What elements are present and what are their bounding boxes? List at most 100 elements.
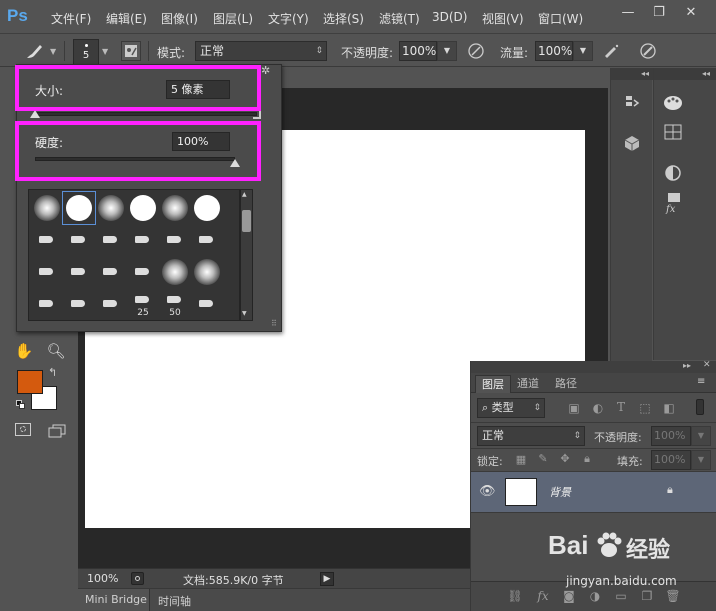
layer-opacity-field[interactable]: 100% <box>651 426 691 446</box>
foreground-color-swatch[interactable] <box>17 370 43 394</box>
brush-preset-picker[interactable]: 5 <box>73 39 99 65</box>
filter-shape-icon[interactable]: ⬚ <box>637 401 653 415</box>
adjustments-icon[interactable] <box>662 164 684 186</box>
menu-view[interactable]: 视图(V) <box>482 10 524 27</box>
close-panel-icon[interactable]: ✕ <box>703 360 711 370</box>
color-palette-icon[interactable] <box>662 94 684 116</box>
brush-preset-tip[interactable] <box>31 256 63 288</box>
visibility-eye-icon[interactable]: 👁︎ <box>479 484 496 499</box>
layer-opacity-dropdown-icon[interactable]: ▼ <box>691 426 711 446</box>
status-menu-icon[interactable] <box>131 572 144 585</box>
lock-position-icon[interactable]: ✥ <box>557 452 573 465</box>
brush-preset-hard[interactable] <box>191 192 223 224</box>
filter-type-icon[interactable]: T <box>613 400 629 414</box>
opacity-field[interactable]: 100% <box>399 41 437 61</box>
brush-preset-hard[interactable] <box>127 192 159 224</box>
size-slider-thumb[interactable] <box>30 110 40 118</box>
flow-field[interactable]: 100% <box>535 41 573 61</box>
opacity-dropdown-icon[interactable]: ▼ <box>437 41 457 61</box>
status-arrow-icon[interactable]: ▶ <box>320 572 334 586</box>
quick-mask-icon[interactable] <box>15 423 31 436</box>
brush-preset-tip[interactable] <box>95 256 127 288</box>
brush-preset-soft[interactable] <box>191 256 223 288</box>
swatches-grid-icon[interactable] <box>662 124 684 144</box>
collapse-arrows-icon[interactable]: ◂◂ <box>702 69 710 78</box>
panel-menu-icon[interactable]: ≡ <box>697 376 705 387</box>
brush-preset-tip[interactable] <box>63 256 95 288</box>
flow-dropdown-icon[interactable]: ▼ <box>573 41 593 61</box>
filter-smart-object-icon[interactable]: ◧ <box>661 401 677 415</box>
brush-preset-tip[interactable] <box>63 288 95 320</box>
minimize-button[interactable]: — <box>614 3 642 23</box>
resize-grip-icon[interactable]: ⠿ <box>271 319 277 328</box>
brush-preset-soft[interactable] <box>159 256 191 288</box>
layer-name[interactable]: 背景 <box>549 484 571 500</box>
brush-preset-soft[interactable] <box>31 192 63 224</box>
styles-fx-icon[interactable]: fx <box>662 192 684 218</box>
brush-preset-soft[interactable] <box>159 192 191 224</box>
collapse-arrows-icon[interactable]: ▸▸ <box>683 361 691 370</box>
brush-preset-tip[interactable] <box>95 288 127 320</box>
menu-edit[interactable]: 编辑(E) <box>106 10 147 27</box>
size-slider-track[interactable] <box>35 112 257 116</box>
lock-all-icon[interactable]: 🔒︎ <box>579 452 595 466</box>
brush-preset-tip[interactable] <box>31 288 63 320</box>
brush-preset-tip[interactable] <box>159 224 191 256</box>
mode-select[interactable]: 正常 ⇕ <box>195 41 327 61</box>
3d-cube-icon[interactable] <box>621 134 643 156</box>
brush-preset-tip[interactable] <box>191 288 223 320</box>
scroll-thumb[interactable] <box>242 210 251 232</box>
zoom-tool-icon[interactable]: 🔍︎ <box>44 340 68 362</box>
brush-preset-tip[interactable] <box>127 256 159 288</box>
brush-picker-arrow-icon[interactable]: ▼ <box>102 47 108 56</box>
menu-layer[interactable]: 图层(L) <box>213 10 253 27</box>
default-colors-icon[interactable] <box>16 400 26 410</box>
brush-preset-hard-selected[interactable] <box>62 191 96 225</box>
filter-toggle-switch[interactable] <box>696 399 704 415</box>
collapse-arrows-icon[interactable]: ◂◂ <box>641 69 649 78</box>
brush-panel-toggle-icon[interactable] <box>121 41 141 61</box>
menu-file[interactable]: 文件(F) <box>51 10 91 27</box>
tab-layers[interactable]: 图层 <box>475 375 511 393</box>
tool-preset-arrow-icon[interactable]: ▼ <box>50 47 56 56</box>
pressure-opacity-icon[interactable] <box>465 41 487 61</box>
brush-preset-tip[interactable] <box>191 224 223 256</box>
tab-mini-bridge[interactable]: Mini Bridge <box>85 593 147 606</box>
fill-dropdown-icon[interactable]: ▼ <box>691 450 711 470</box>
link-layers-icon[interactable]: ⛓ <box>507 589 523 603</box>
brush-tool-icon[interactable] <box>24 41 46 61</box>
brush-preset-tip[interactable] <box>31 224 63 256</box>
lock-image-icon[interactable]: ✎ <box>535 452 551 465</box>
layer-row-background[interactable]: 👁︎ 背景 🔒︎ <box>471 471 716 513</box>
popup-settings-gear-icon[interactable]: ✲ <box>261 64 270 77</box>
screen-mode-icon[interactable] <box>48 424 66 438</box>
lock-transparent-icon[interactable]: ▦ <box>513 453 529 466</box>
brush-preset-tip[interactable]: 50 <box>159 288 191 320</box>
menu-select[interactable]: 选择(S) <box>323 10 364 27</box>
brush-preset-tip[interactable] <box>95 224 127 256</box>
swap-colors-icon[interactable]: ↰ <box>48 366 57 379</box>
tab-timeline[interactable]: 时间轴 <box>158 593 191 609</box>
brush-preset-soft[interactable] <box>95 192 127 224</box>
blend-mode-select[interactable]: 正常 ⇕ <box>477 426 585 446</box>
airbrush-icon[interactable] <box>600 41 622 61</box>
menu-image[interactable]: 图像(I) <box>161 10 198 27</box>
menu-window[interactable]: 窗口(W) <box>538 10 583 27</box>
fill-field[interactable]: 100% <box>651 450 691 470</box>
menu-3d[interactable]: 3D(D) <box>432 10 467 24</box>
pressure-size-icon[interactable] <box>637 41 659 61</box>
history-icon[interactable] <box>621 94 643 116</box>
menu-type[interactable]: 文字(Y) <box>268 10 309 27</box>
filter-pixel-icon[interactable]: ▣ <box>566 401 582 415</box>
menu-filter[interactable]: 滤镜(T) <box>379 10 420 27</box>
scroll-up-arrow-icon[interactable]: ▲ <box>242 191 247 198</box>
tab-paths[interactable]: 路径 <box>549 375 583 393</box>
filter-type-select[interactable]: ⌕ 类型 ⇕ <box>477 398 545 418</box>
presets-scrollbar[interactable]: ▲ ▼ <box>240 189 253 321</box>
brush-preset-tip[interactable] <box>63 224 95 256</box>
filter-adjustment-icon[interactable]: ◐ <box>590 401 606 415</box>
brush-preset-tip[interactable] <box>127 224 159 256</box>
close-button[interactable]: ✕ <box>677 3 705 23</box>
brush-preset-tip[interactable]: 25 <box>127 288 159 320</box>
restore-button[interactable]: ❐ <box>645 3 673 23</box>
